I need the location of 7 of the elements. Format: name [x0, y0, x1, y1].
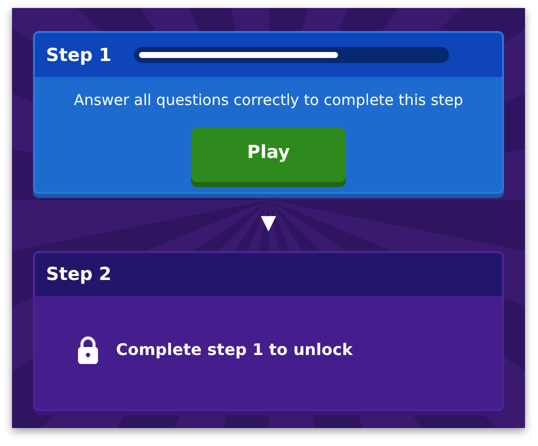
lock-icon [78, 336, 98, 364]
lock-message: Complete step 1 to unlock [116, 338, 353, 360]
step-title: Step 1 [46, 44, 112, 68]
down-arrow: ▼ [260, 212, 276, 232]
play-button[interactable]: Play [191, 128, 346, 182]
step-title: Step 2 [46, 262, 112, 286]
step-description: Answer all questions correctly to complete this step [74, 90, 464, 111]
